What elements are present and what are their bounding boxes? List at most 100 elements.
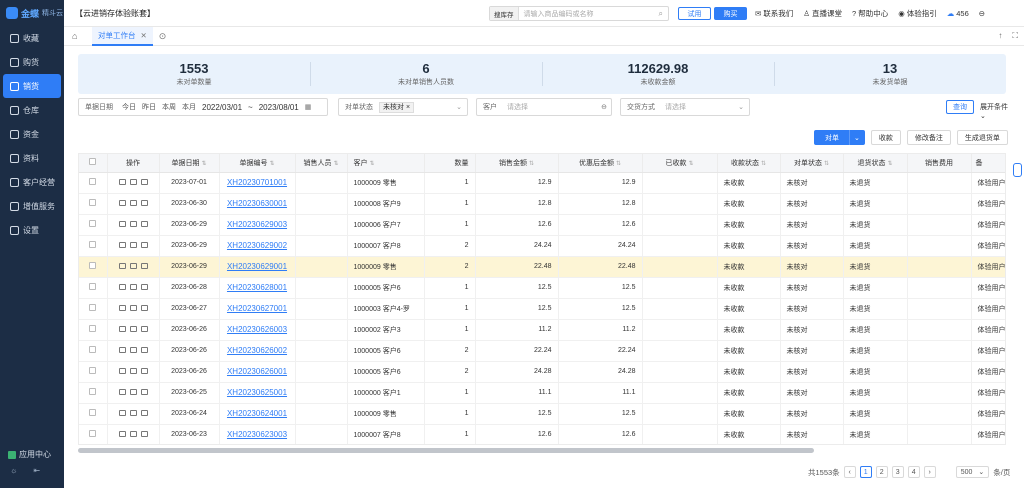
quick-month[interactable]: 本月	[182, 102, 196, 112]
close-icon[interactable]: ✕	[141, 31, 147, 40]
image-icon[interactable]	[140, 325, 148, 332]
order-link[interactable]: XH20230629003	[227, 220, 287, 229]
col-seller[interactable]: 销售人员 ⇅	[295, 154, 348, 173]
calendar-icon[interactable]: ▦	[305, 103, 312, 111]
order-link[interactable]: XH20230629001	[227, 262, 287, 271]
truck-icon[interactable]	[129, 178, 137, 185]
sort-icon[interactable]: ⇅	[269, 161, 274, 167]
copy-icon[interactable]	[118, 241, 126, 248]
copy-icon[interactable]	[118, 178, 126, 185]
checkbox-icon[interactable]	[89, 388, 97, 395]
cell-order-no[interactable]: XH20230626002	[219, 340, 296, 362]
chip-close-icon[interactable]: ×	[406, 104, 410, 111]
live-link[interactable]: ♙ 直播课堂	[803, 8, 842, 19]
date-filter[interactable]: 单据日期 今日 昨日 本周 本月 2022/03/01 ~ 2023/08/01…	[78, 98, 328, 116]
contact-link[interactable]: ✉ 联系我们	[755, 8, 793, 19]
truck-icon[interactable]	[129, 199, 137, 206]
row-select[interactable]	[79, 193, 108, 215]
image-icon[interactable]	[140, 367, 148, 374]
image-icon[interactable]	[140, 241, 148, 248]
side-float-button[interactable]	[1013, 163, 1022, 177]
col-return-status[interactable]: 退货状态 ⇅	[843, 154, 908, 173]
quick-today[interactable]: 今日	[122, 102, 136, 112]
row-select[interactable]	[79, 424, 108, 444]
cell-order-no[interactable]: XH20230626001	[219, 361, 296, 383]
table-row[interactable]: 2023-06-26 XH20230626002 1000005 客户6 2 22.24…	[79, 340, 1005, 362]
image-icon[interactable]	[140, 199, 148, 206]
status-chip[interactable]: 未核对 ×	[379, 101, 415, 113]
fullscreen-icon[interactable]: ⛶	[1012, 31, 1018, 41]
collect-button[interactable]: 收款	[870, 130, 901, 145]
truck-icon[interactable]	[129, 409, 137, 416]
copy-icon[interactable]	[118, 199, 126, 206]
sidebar-item-purchase[interactable]: 购货	[3, 50, 61, 74]
prev-page-button[interactable]: ‹	[843, 466, 856, 478]
checkbox-icon[interactable]	[89, 283, 97, 290]
order-link[interactable]: XH20230626003	[227, 325, 287, 334]
search-scope[interactable]: 搜库存	[490, 7, 519, 20]
truck-icon[interactable]	[129, 388, 137, 395]
truck-icon[interactable]	[129, 220, 137, 227]
row-select[interactable]	[79, 277, 108, 299]
stat-card[interactable]: 13 未发货单据	[774, 54, 1006, 94]
truck-icon[interactable]	[129, 304, 137, 311]
check-button[interactable]: 对单 ⌄	[814, 130, 865, 145]
search-icon[interactable]: ⌕	[659, 9, 663, 19]
stat-card[interactable]: 112629.98 未收款金额	[542, 54, 774, 94]
image-icon[interactable]	[140, 430, 148, 437]
stat-card[interactable]: 6 未对单销售人员数	[310, 54, 542, 94]
table-row[interactable]: 2023-06-29 XH20230629001 1000009 零售 2 22.48 2…	[79, 256, 1005, 278]
checkbox-icon[interactable]	[89, 262, 97, 269]
sidebar-item-value-added[interactable]: 增值服务	[3, 194, 61, 218]
image-icon[interactable]	[140, 262, 148, 269]
stat-card[interactable]: 1553 未对单数量	[78, 54, 310, 94]
image-icon[interactable]	[140, 409, 148, 416]
row-select[interactable]	[79, 319, 108, 341]
sidebar-item-warehouse[interactable]: 仓库	[3, 98, 61, 122]
sort-icon[interactable]: ⇅	[333, 161, 338, 167]
cell-order-no[interactable]: XH20230628001	[219, 277, 296, 299]
more-icon[interactable]: ⊖	[601, 103, 607, 111]
sort-icon[interactable]: ⇅	[887, 161, 892, 167]
table-row[interactable]: 2023-06-23 XH20230623003 1000007 客户8 1 12.6 1…	[79, 424, 1005, 444]
copy-icon[interactable]	[118, 304, 126, 311]
order-link[interactable]: XH20230701001	[227, 178, 287, 187]
date-to[interactable]: 2023/08/01	[259, 103, 299, 112]
checkbox-icon[interactable]	[89, 158, 97, 166]
checkbox-icon[interactable]	[89, 199, 97, 206]
cell-order-no[interactable]: XH20230625001	[219, 382, 296, 404]
refresh-icon[interactable]: ⊙	[159, 31, 167, 42]
col-check-status[interactable]: 对单状态 ⇅	[780, 154, 844, 173]
sort-icon[interactable]: ⇅	[201, 161, 206, 167]
theme-icon[interactable]: ☼	[10, 466, 17, 475]
quick-week[interactable]: 本周	[162, 102, 176, 112]
tab-check-workbench[interactable]: 对单工作台 ✕	[92, 26, 153, 46]
page-button[interactable]: 1	[859, 466, 872, 478]
page-button[interactable]: 3	[891, 466, 904, 478]
table-row[interactable]: 2023-06-29 XH20230629002 1000007 客户8 2 24.24…	[79, 235, 1005, 257]
order-link[interactable]: XH20230625001	[227, 388, 287, 397]
checkbox-icon[interactable]	[89, 367, 97, 374]
cell-order-no[interactable]: XH20230629002	[219, 235, 296, 257]
row-select[interactable]	[79, 403, 108, 425]
copy-icon[interactable]	[118, 346, 126, 353]
sort-icon[interactable]: ⇅	[529, 161, 534, 167]
copy-icon[interactable]	[118, 409, 126, 416]
cell-order-no[interactable]: XH20230629003	[219, 214, 296, 236]
edit-remark-button[interactable]: 修改备注	[906, 130, 951, 145]
sidebar-item-settings[interactable]: 设置	[3, 218, 61, 242]
order-link[interactable]: XH20230628001	[227, 283, 287, 292]
table-row[interactable]: 2023-06-29 XH20230629003 1000006 客户7 1 12.6 1…	[79, 214, 1005, 236]
select-all[interactable]	[79, 154, 108, 173]
order-link[interactable]: XH20230624001	[227, 409, 287, 418]
table-row[interactable]: 2023-06-26 XH20230626003 1000002 客户3 1 11.2 1…	[79, 319, 1005, 341]
cell-order-no[interactable]: XH20230623003	[219, 424, 296, 444]
expand-conditions[interactable]: 展开条件 ⌄	[980, 102, 1008, 120]
chevron-down-icon[interactable]: ⌄	[849, 130, 864, 145]
image-icon[interactable]	[140, 178, 148, 185]
sidebar-item-favorites[interactable]: 收藏	[3, 26, 61, 50]
truck-icon[interactable]	[129, 367, 137, 374]
order-link[interactable]: XH20230629002	[227, 241, 287, 250]
search-box[interactable]: 搜库存 请输入商品编码或名称 ⌕	[489, 6, 669, 21]
cell-order-no[interactable]: XH20230624001	[219, 403, 296, 425]
